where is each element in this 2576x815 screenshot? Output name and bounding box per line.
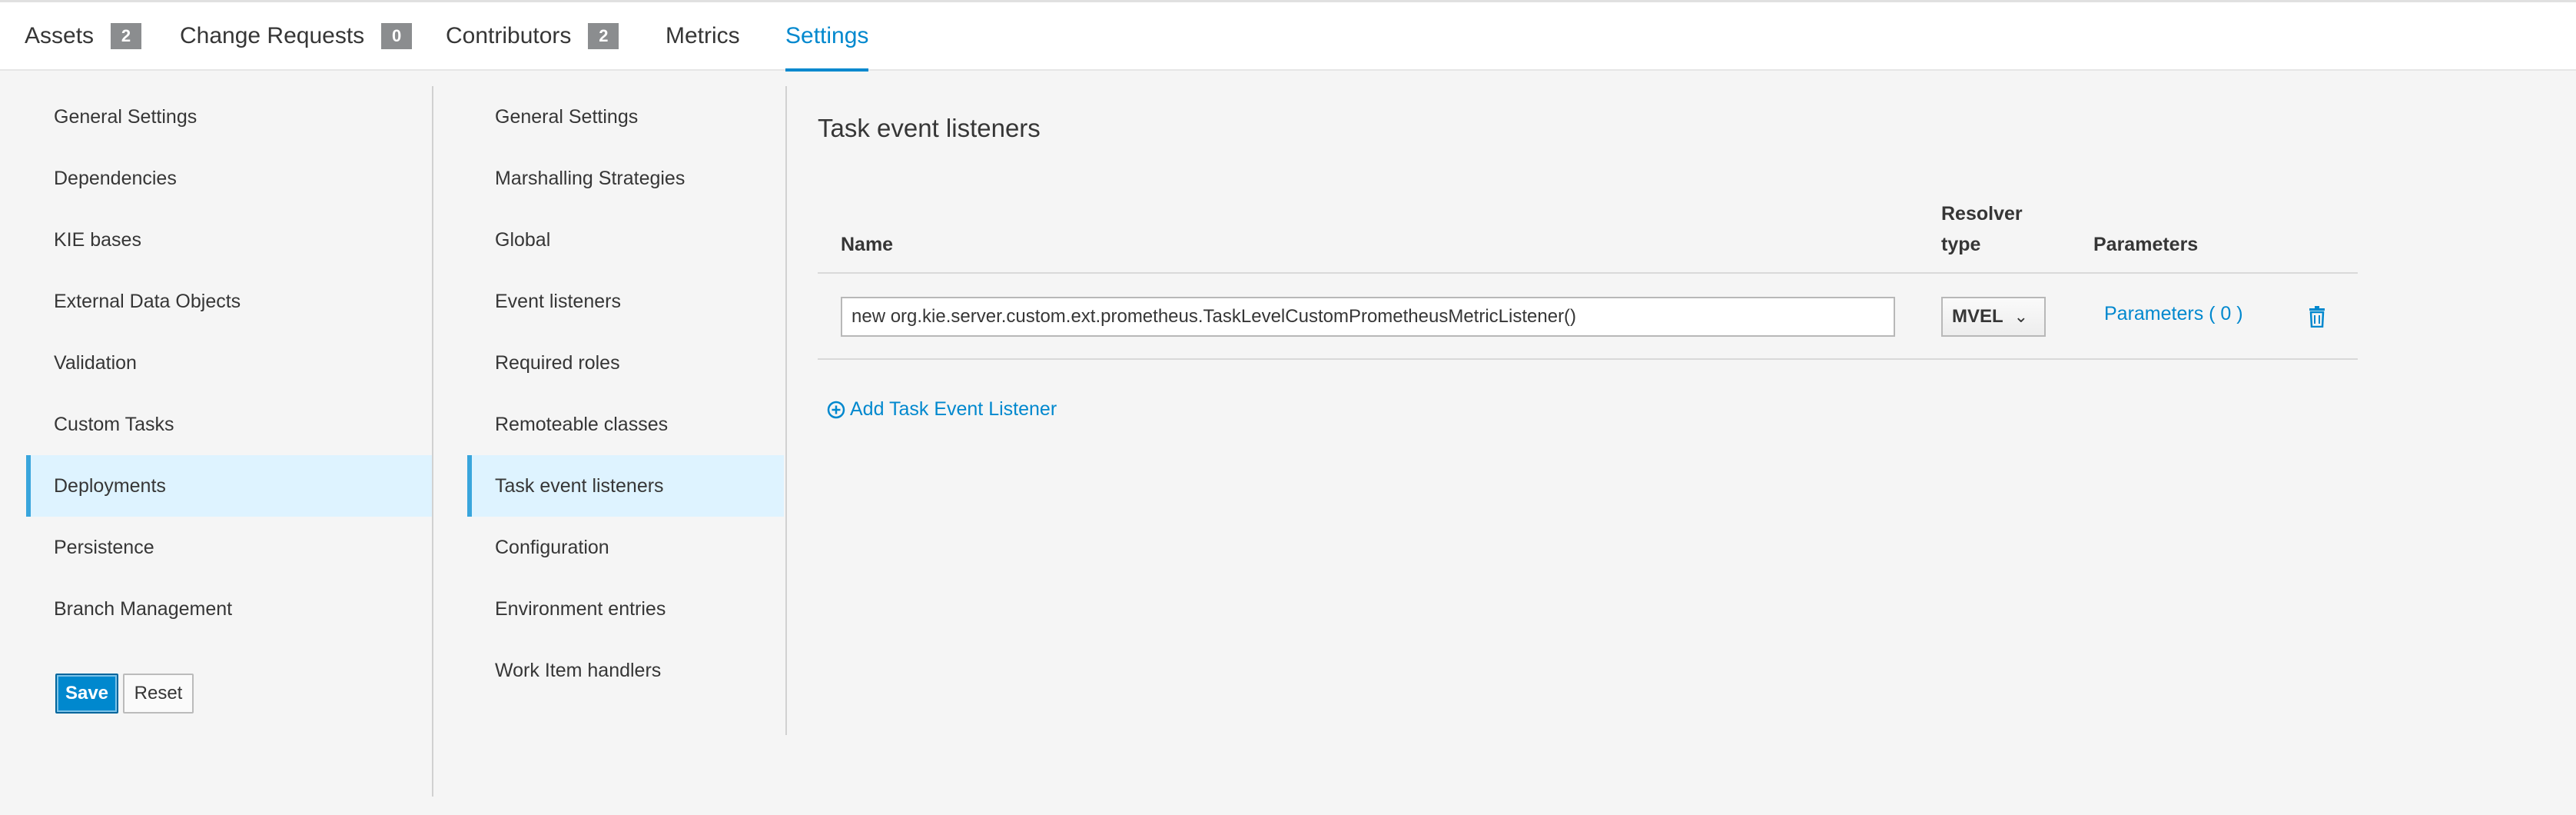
tab-label: Metrics <box>666 22 740 48</box>
chevron-down-icon: ⌄ <box>2013 307 2029 326</box>
tab-label: Assets <box>25 22 95 48</box>
deployments-nav-configuration[interactable]: Configuration <box>467 517 784 578</box>
parameters-link[interactable]: Parameters ( 0 ) <box>2104 303 2243 325</box>
settings-nav-deployments[interactable]: Deployments <box>26 455 432 517</box>
deployments-nav-marshalling-strategies[interactable]: Marshalling Strategies <box>467 148 784 209</box>
nav-label: Branch Management <box>54 597 233 620</box>
nav-label: Task event listeners <box>495 474 664 497</box>
settings-nav-dependencies[interactable]: Dependencies <box>26 148 432 209</box>
contributors-count-badge: 2 <box>588 22 619 49</box>
trash-icon[interactable] <box>2309 306 2325 328</box>
nav-label: Dependencies <box>54 167 177 189</box>
settings-nav-custom-tasks[interactable]: Custom Tasks <box>26 394 432 455</box>
add-task-event-listener-link[interactable]: Add Task Event Listener <box>827 398 1057 421</box>
assets-count-badge: 2 <box>111 22 142 49</box>
tab-label: Change Requests <box>180 22 365 48</box>
settings-nav-branch-management[interactable]: Branch Management <box>26 578 432 640</box>
deployments-nav-task-event-listeners[interactable]: Task event listeners <box>467 455 784 517</box>
column-header-resolver-type: type <box>1941 234 1981 255</box>
nav-label: External Data Objects <box>54 290 241 312</box>
settings-nav-general-settings[interactable]: General Settings <box>26 86 432 148</box>
tab-settings[interactable]: Settings <box>785 2 869 72</box>
deployments-nav-general-settings[interactable]: General Settings <box>467 86 784 148</box>
reset-button[interactable]: Reset <box>123 674 194 714</box>
nav-label: Marshalling Strategies <box>495 167 685 189</box>
tab-change-requests[interactable]: Change Requests 0 <box>180 2 413 69</box>
tab-contributors[interactable]: Contributors 2 <box>446 2 619 69</box>
resolver-type-value: MVEL <box>1952 306 2003 327</box>
deployments-nav-event-listeners[interactable]: Event listeners <box>467 271 784 332</box>
deployments-nav-work-item-handlers[interactable]: Work Item handlers <box>467 640 784 701</box>
settings-nav-external-data-objects[interactable]: External Data Objects <box>26 271 432 332</box>
nav-label: Deployments <box>54 474 166 497</box>
tab-label: Contributors <box>446 22 572 48</box>
deployments-nav-environment-entries[interactable]: Environment entries <box>467 578 784 640</box>
page-title: Task event listeners <box>818 114 1041 142</box>
settings-nav-validation[interactable]: Validation <box>26 332 432 394</box>
nav-label: Event listeners <box>495 290 621 312</box>
nav-label: Persistence <box>54 536 154 558</box>
column-header-name: Name <box>841 234 894 255</box>
table-row-divider <box>818 358 2358 360</box>
settings-nav-kie-bases[interactable]: KIE bases <box>26 209 432 271</box>
nav-label: Required roles <box>495 351 620 374</box>
tab-label: Settings <box>785 22 869 48</box>
settings-nav-persistence[interactable]: Persistence <box>26 517 432 578</box>
add-link-label: Add Task Event Listener <box>850 398 1057 420</box>
tab-metrics[interactable]: Metrics <box>666 2 740 69</box>
column-divider <box>432 86 433 797</box>
column-header-parameters: Parameters <box>2093 234 2199 255</box>
listener-name-input[interactable] <box>841 297 1895 337</box>
plus-circle-icon <box>827 401 845 418</box>
column-header-resolver: Resolver <box>1941 203 2023 225</box>
nav-label: Work Item handlers <box>495 659 662 681</box>
project-tabs-bar: Assets 2 Change Requests 0 Contributors … <box>0 0 2576 72</box>
nav-label: Custom Tasks <box>54 413 174 435</box>
column-divider <box>785 86 787 735</box>
deployments-nav-remoteable-classes[interactable]: Remoteable classes <box>467 394 784 455</box>
nav-label: Global <box>495 228 551 251</box>
resolver-type-select[interactable]: MVEL ⌄ <box>1941 297 2046 337</box>
change-requests-count-badge: 0 <box>381 22 413 49</box>
nav-label: General Settings <box>54 105 198 128</box>
nav-label: General Settings <box>495 105 639 128</box>
tab-assets[interactable]: Assets 2 <box>25 2 142 69</box>
save-button[interactable]: Save <box>55 674 118 714</box>
deployments-nav-global[interactable]: Global <box>467 209 784 271</box>
table-header-divider <box>818 272 2358 274</box>
nav-label: Remoteable classes <box>495 413 669 435</box>
nav-label: Configuration <box>495 536 609 558</box>
deployments-nav-required-roles[interactable]: Required roles <box>467 332 784 394</box>
nav-label: Environment entries <box>495 597 666 620</box>
nav-label: KIE bases <box>54 228 141 251</box>
nav-label: Validation <box>54 351 137 374</box>
